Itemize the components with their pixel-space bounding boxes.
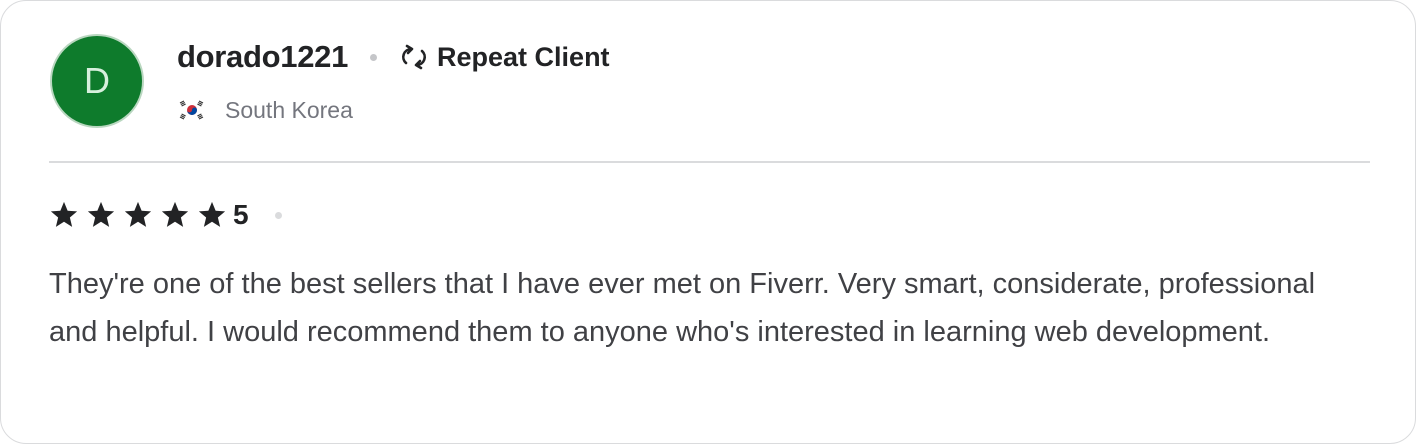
divider (49, 161, 1370, 163)
avatar-initial: D (84, 60, 110, 101)
star-icon (161, 201, 189, 227)
reviewer-country: South Korea (225, 96, 353, 123)
star-icon (198, 201, 226, 227)
repeat-client-label: Repeat Client (437, 41, 610, 72)
repeat-icon (397, 42, 431, 72)
star-icon (87, 201, 115, 227)
separator-dot (274, 211, 282, 219)
rating-row: 5 (49, 195, 282, 235)
rating-value: 5 (233, 199, 249, 230)
star-icon (124, 201, 152, 227)
reviewer-username[interactable]: dorado1221 (177, 39, 348, 75)
reviewer-header: dorado1221 Repeat Client (177, 37, 610, 77)
repeat-client-badge: Repeat Client (397, 42, 610, 73)
south-korea-flag-icon (177, 99, 207, 121)
star-icon (50, 201, 78, 227)
review-text: They're one of the best sellers that I h… (49, 268, 1316, 348)
review-card: D dorado1221 Repeat Client South Korea 5… (0, 0, 1416, 444)
separator-dot (370, 53, 378, 61)
avatar[interactable]: D (50, 34, 144, 128)
reviewer-location: South Korea (177, 95, 353, 125)
